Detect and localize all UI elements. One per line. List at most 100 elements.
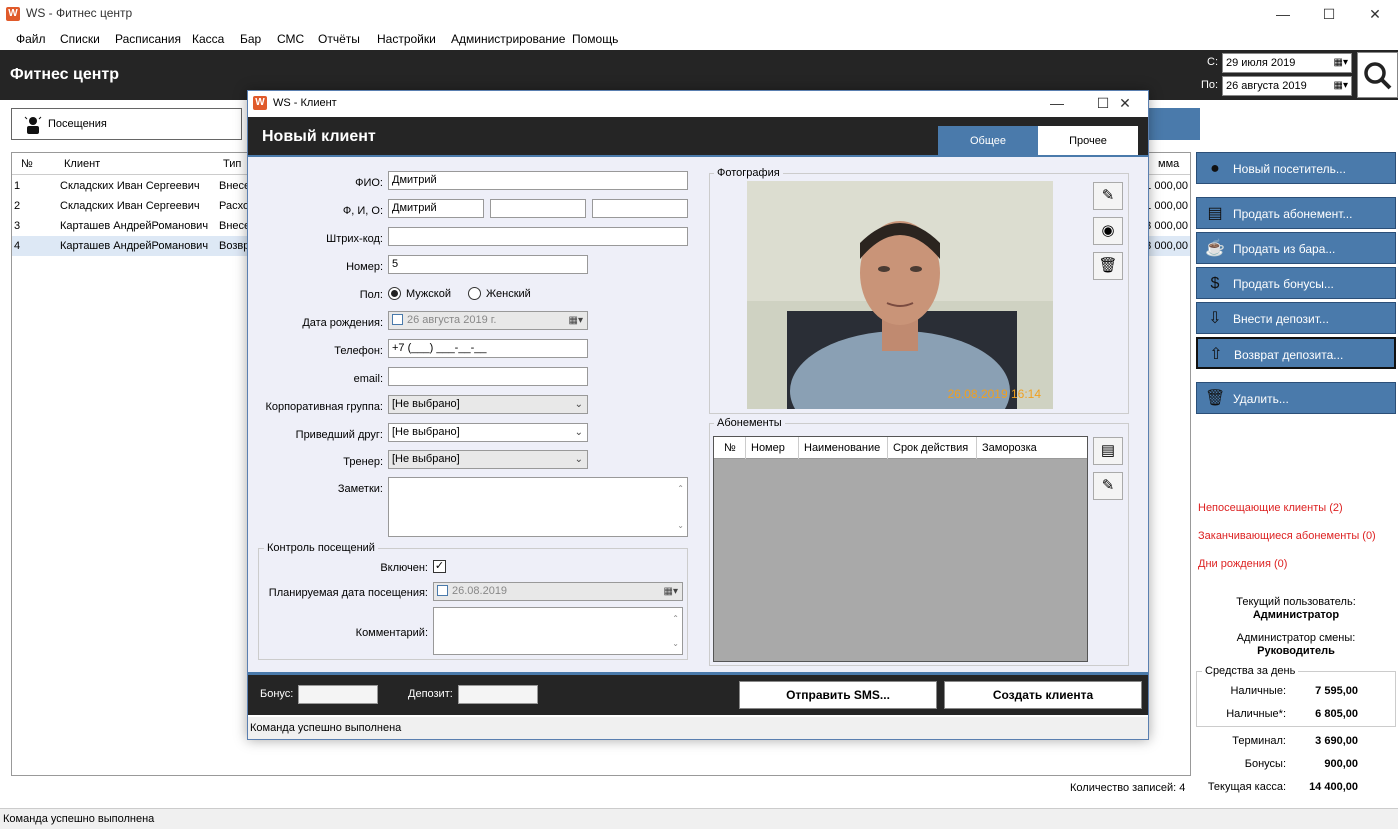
number-input[interactable]: 5 xyxy=(388,255,588,274)
menu-bar: Файл Списки Расписания Касса Бар СМС Отч… xyxy=(0,28,1398,50)
phone-input[interactable]: +7 (___) ___-__-__ xyxy=(388,339,588,358)
search-button[interactable] xyxy=(1357,52,1398,98)
female-radio[interactable] xyxy=(468,287,481,300)
cup-icon: ☕ xyxy=(1205,240,1225,257)
menu-sms[interactable]: СМС xyxy=(277,32,304,46)
corp-select[interactable]: [Не выбрано] ⌄ xyxy=(388,395,588,414)
fio-label: ФИО: xyxy=(355,177,383,189)
menu-schedules[interactable]: Расписания xyxy=(115,32,181,46)
status-text: Команда успешно выполнена xyxy=(3,813,155,825)
cell-number: 2 xyxy=(14,200,21,212)
menu-file[interactable]: Файл xyxy=(16,32,46,46)
subs-col-code[interactable]: Номер xyxy=(745,437,785,459)
barcode-label: Штрих-код: xyxy=(326,233,383,245)
deposit-button[interactable]: ⇩ Внести депозит... xyxy=(1196,302,1396,334)
tab-general[interactable]: Общее xyxy=(938,126,1038,157)
calendar-dropdown-icon: ▦▾ xyxy=(663,586,678,597)
menu-administration[interactable]: Администрирование xyxy=(451,32,565,46)
date-to-picker[interactable]: 26 августа 2019 ▦▾ xyxy=(1222,76,1352,96)
subs-col-validity[interactable]: Срок действия xyxy=(887,437,968,459)
sell-subscription-button[interactable]: ▤ Продать абонемент... xyxy=(1196,197,1396,229)
menu-help[interactable]: Помощь xyxy=(572,32,618,46)
add-subscription-button[interactable]: ▤ xyxy=(1093,437,1123,465)
refund-deposit-button[interactable]: ⇧ Возврат депозита... xyxy=(1196,337,1396,369)
birth-date-picker[interactable]: 26 августа 2019 г. ▦▾ xyxy=(388,311,588,330)
create-client-button[interactable]: Создать клиента xyxy=(944,681,1142,709)
new-visitor-button[interactable]: ● Новый посетитель... xyxy=(1196,152,1396,184)
scroll-down-icon[interactable]: ⌄ xyxy=(672,635,679,652)
cell-number: 1 xyxy=(14,180,21,192)
enabled-checkbox[interactable]: ✓ xyxy=(433,560,446,573)
scroll-down-icon[interactable]: ⌄ xyxy=(677,517,684,534)
tab-other[interactable]: Прочее xyxy=(1038,126,1138,157)
camera-icon: ◉ xyxy=(1101,222,1115,239)
male-radio[interactable] xyxy=(388,287,401,300)
friend-select[interactable]: [Не выбрано] ⌄ xyxy=(388,423,588,442)
link-expiring-subscriptions[interactable]: Заканчивающиеся абонементы (0) xyxy=(1198,530,1376,542)
comment-textarea[interactable]: ⌃ ⌄ xyxy=(433,607,683,655)
funds-title: Средства за день xyxy=(1202,665,1299,677)
cell-client: Карташев АндрейРоманович xyxy=(60,240,209,252)
name-input[interactable] xyxy=(490,199,586,218)
add-card-icon: ▤ xyxy=(1100,442,1116,459)
photo-image xyxy=(747,181,1053,409)
subs-col-number[interactable]: № xyxy=(724,437,736,459)
records-count: Количество записей: 4 xyxy=(1070,782,1186,794)
fio-input[interactable]: Дмитрий xyxy=(388,171,688,190)
menu-reports[interactable]: Отчёты xyxy=(318,32,360,46)
menu-bar-item[interactable]: Бар xyxy=(240,32,261,46)
menu-lists[interactable]: Списки xyxy=(60,32,100,46)
planned-date-picker[interactable]: 26.08.2019 ▦▾ xyxy=(433,582,683,601)
subscriptions-table: № Номер Наименование Срок действия Замор… xyxy=(713,436,1088,662)
col-type[interactable]: Тип xyxy=(223,153,241,175)
close-button[interactable]: ✕ xyxy=(1352,0,1398,28)
send-sms-button[interactable]: Отправить SMS... xyxy=(739,681,937,709)
scroll-up-icon[interactable]: ⌃ xyxy=(672,610,679,627)
menu-settings[interactable]: Настройки xyxy=(377,32,436,46)
edit-subscription-button[interactable]: ✎ xyxy=(1093,472,1123,500)
birth-checkbox[interactable] xyxy=(392,314,403,325)
minimize-button[interactable]: — xyxy=(1260,0,1306,28)
take-photo-button[interactable]: ◉ xyxy=(1093,217,1123,245)
corp-value: [Не выбрано] xyxy=(392,398,460,410)
planned-checkbox[interactable] xyxy=(437,585,448,596)
dialog-close-button[interactable]: ✕ xyxy=(1102,90,1148,116)
person-icon: ● xyxy=(1210,160,1220,177)
menu-cash[interactable]: Касса xyxy=(192,32,224,46)
patronymic-input[interactable] xyxy=(592,199,688,218)
link-absent-clients[interactable]: Непосещающие клиенты (2) xyxy=(1198,502,1343,514)
bonus-label: Бонус: xyxy=(260,688,294,700)
delete-button[interactable]: 🗑 Удалить... xyxy=(1196,382,1396,414)
visits-button[interactable]: Посещения xyxy=(11,108,242,140)
subs-col-freeze[interactable]: Заморозка xyxy=(976,437,1037,459)
dialog-title: WS - Клиент xyxy=(273,97,337,109)
subs-col-name[interactable]: Наименование xyxy=(798,437,880,459)
sell-bonuses-button[interactable]: $ Продать бонусы... xyxy=(1196,267,1396,299)
person-icon xyxy=(24,116,42,134)
number-label: Номер: xyxy=(346,261,383,273)
cash2-value: 6 805,00 xyxy=(1315,708,1358,720)
scroll-up-icon[interactable]: ⌃ xyxy=(677,480,684,497)
dialog-minimize-button[interactable]: — xyxy=(1034,90,1080,116)
delete-photo-button[interactable]: 🗑 xyxy=(1093,252,1123,280)
notes-label: Заметки: xyxy=(337,483,383,495)
sell-bar-button[interactable]: ☕ Продать из бара... xyxy=(1196,232,1396,264)
col-client[interactable]: Клиент xyxy=(64,153,100,175)
edit-photo-button[interactable]: ✎ xyxy=(1093,182,1123,210)
maximize-button[interactable]: ☐ xyxy=(1306,0,1352,28)
email-input[interactable] xyxy=(388,367,588,386)
surname-input[interactable]: Дмитрий xyxy=(388,199,484,218)
notes-textarea[interactable]: ⌃ ⌄ xyxy=(388,477,688,537)
subscriptions-title: Абонементы xyxy=(714,417,785,429)
email-label: email: xyxy=(353,373,383,385)
dialog-heading: Новый клиент xyxy=(262,128,376,145)
link-birthdays[interactable]: Дни рождения (0) xyxy=(1198,558,1287,570)
barcode-input[interactable] xyxy=(388,227,688,246)
date-from-picker[interactable]: 29 июля 2019 ▦▾ xyxy=(1222,53,1352,73)
col-number[interactable]: № xyxy=(21,153,33,175)
chevron-down-icon: ⌄ xyxy=(574,427,583,438)
trainer-select[interactable]: [Не выбрано] ⌄ xyxy=(388,450,588,469)
client-photo: 26.08.2019 16:14 xyxy=(747,181,1053,409)
col-sum[interactable]: мма xyxy=(1158,153,1179,175)
current-user: Администратор xyxy=(1252,609,1340,621)
